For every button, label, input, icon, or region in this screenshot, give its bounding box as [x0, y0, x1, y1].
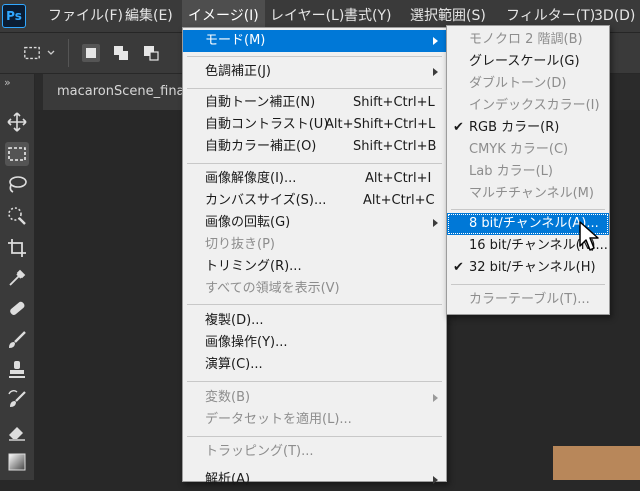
chevron-down-icon[interactable]	[46, 44, 56, 62]
healing-brush-tool-icon[interactable]	[5, 296, 29, 320]
submenu-arrow-icon	[433, 68, 438, 76]
mode-submenu-dropdown: モノクロ 2 階調(B) グレースケール(G) ダブルトーン(D) インデックス…	[446, 25, 610, 315]
separator	[187, 381, 442, 382]
submenu-item-lab-color: Lab カラー(L)	[469, 164, 553, 179]
history-brush-tool-icon[interactable]	[5, 388, 29, 412]
eraser-tool-icon[interactable]	[5, 420, 29, 444]
menu-item-adjustments[interactable]: 色調補正(J)	[183, 61, 446, 83]
menu-item-auto-contrast[interactable]: 自動コントラスト(U) Alt+Shift+Ctrl+L	[183, 114, 446, 136]
crop-tool-icon[interactable]	[5, 236, 29, 260]
mouse-cursor-icon	[579, 221, 599, 251]
submenu-arrow-icon	[433, 476, 438, 484]
eyedropper-tool-icon[interactable]	[5, 266, 29, 290]
menu-edit[interactable]: 編集(E)	[119, 0, 179, 32]
rectangular-marquee-icon[interactable]	[22, 44, 42, 62]
checkmark-icon: ✔	[453, 120, 464, 135]
submenu-item-grayscale[interactable]: グレースケール(G)	[447, 51, 609, 73]
menu-item-trim[interactable]: トリミング(R)...	[183, 256, 446, 278]
submenu-item-duotone: ダブルトーン(D)	[469, 76, 567, 91]
divider	[68, 39, 69, 67]
photoshop-logo: Ps	[2, 4, 26, 28]
separator	[187, 163, 442, 164]
submenu-arrow-icon	[433, 37, 438, 45]
menu-item-variables: 変数(B)	[183, 387, 446, 409]
submenu-item-indexed-color: インデックスカラー(I)	[469, 98, 600, 113]
move-tool-icon[interactable]	[5, 110, 29, 134]
add-to-selection-icon[interactable]	[112, 44, 130, 62]
submenu-item-multichannel: マルチチャンネル(M)	[469, 186, 594, 201]
menu-item-auto-color[interactable]: 自動カラー補正(O) Shift+Ctrl+B	[183, 136, 446, 158]
clone-stamp-tool-icon[interactable]	[5, 358, 29, 382]
menu-item-apply-image[interactable]: 画像操作(Y)...	[183, 332, 446, 354]
expand-panel-icon[interactable]: »	[4, 76, 11, 89]
checkmark-icon: ✔	[453, 260, 464, 275]
menu-item-image-size[interactable]: 画像解像度(I)... Alt+Ctrl+I	[183, 168, 446, 190]
separator	[187, 88, 442, 89]
subtract-from-selection-icon[interactable]	[142, 44, 160, 62]
submenu-item-bitmap: モノクロ 2 階調(B)	[469, 32, 583, 47]
new-selection-icon[interactable]	[82, 44, 100, 62]
tools-panel: »	[0, 74, 35, 480]
menu-file[interactable]: ファイル(F)	[42, 0, 129, 32]
quick-selection-tool-icon[interactable]	[5, 204, 29, 228]
submenu-item-color-table: カラーテーブル(T)...	[469, 292, 590, 307]
menu-item-canvas-size[interactable]: カンバスサイズ(S)... Alt+Ctrl+C	[183, 190, 446, 212]
menu-item-reveal-all: すべての領域を表示(V)	[205, 281, 340, 296]
submenu-item-rgb-color[interactable]: ✔ RGB カラー(R)	[447, 117, 609, 139]
menu-item-mode[interactable]: モード(M)	[183, 30, 446, 52]
menu-item-auto-tone[interactable]: 自動トーン補正(N) Shift+Ctrl+L	[183, 92, 446, 114]
separator	[451, 209, 605, 210]
gradient-tool-icon[interactable]	[5, 450, 29, 474]
submenu-arrow-icon	[433, 219, 438, 227]
submenu-arrow-icon	[433, 394, 438, 402]
separator	[187, 56, 442, 57]
menu-item-image-rotation[interactable]: 画像の回転(G)	[183, 212, 446, 234]
image-menu-dropdown: モード(M) 色調補正(J) 自動トーン補正(N) Shift+Ctrl+L 自…	[182, 27, 447, 487]
menu-item-apply-data-set: データセットを適用(L)...	[205, 412, 352, 427]
separator	[187, 436, 442, 437]
menu-item-duplicate[interactable]: 複製(D)...	[183, 310, 446, 332]
separator	[451, 284, 605, 285]
marquee-tool-icon[interactable]	[5, 142, 29, 166]
submenu-item-cmyk-color: CMYK カラー(C)	[469, 142, 569, 157]
lasso-tool-icon[interactable]	[5, 172, 29, 196]
submenu-item-32-bit[interactable]: ✔ 32 bit/チャンネル(H)	[447, 257, 609, 279]
menu-item-trap: トラッピング(T)...	[205, 444, 314, 459]
brush-tool-icon[interactable]	[5, 328, 29, 352]
menu-item-calculations[interactable]: 演算(C)...	[183, 354, 446, 376]
separator	[187, 304, 442, 305]
menu-item-analysis[interactable]: 解析(A)	[183, 469, 446, 491]
canvas-image	[553, 446, 640, 480]
menu-item-crop: 切り抜き(P)	[205, 237, 275, 252]
